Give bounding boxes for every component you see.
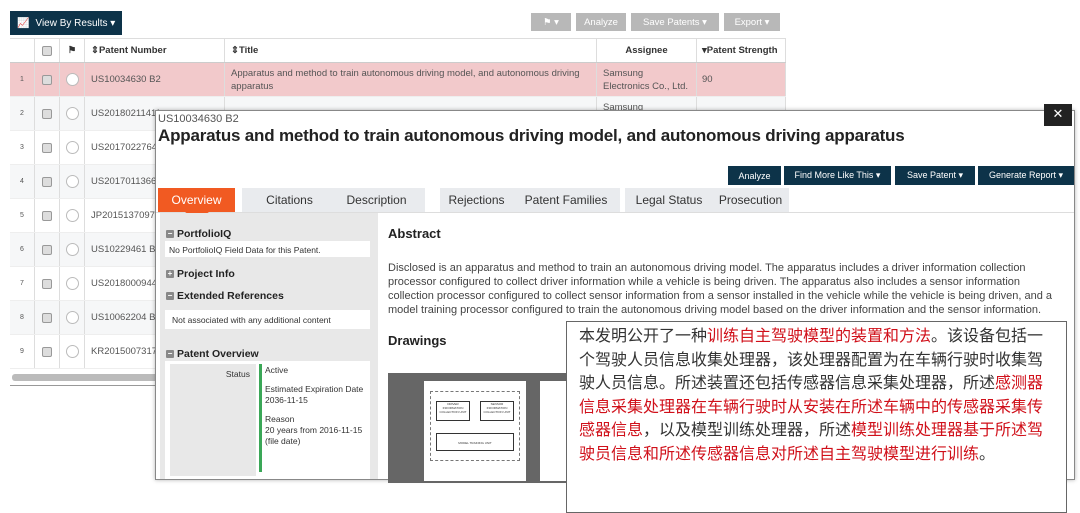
translation-text: ，以及模型训练处理器，所述 — [643, 420, 852, 439]
save-patents-button[interactable]: Save Patents ▾ — [631, 13, 719, 31]
collapse-icon: − — [166, 349, 174, 358]
row-flag-radio[interactable] — [65, 277, 79, 290]
status-value: Active — [265, 365, 289, 375]
row-checkbox[interactable] — [42, 108, 52, 119]
expiration-label: Estimated Expiration Date — [265, 384, 364, 394]
row-index: 2 — [10, 97, 35, 130]
close-button[interactable]: ✕ — [1044, 104, 1072, 126]
drawings-carousel: DRIVER INFORMATION COLLECTION UNIT SENSO… — [388, 373, 568, 483]
row-checkbox[interactable] — [42, 210, 52, 221]
row-flag-radio[interactable] — [65, 345, 79, 358]
highlighted-text: 训练自主驾驶模型的装置和方法 — [707, 326, 932, 345]
row-flag-radio[interactable] — [65, 243, 79, 256]
patent-title-cell: Apparatus and method to train autonomous… — [225, 63, 597, 96]
reason-value: 20 years from 2016-11-15 (file date) — [265, 425, 363, 446]
translation-text: 。 — [979, 443, 996, 463]
tab-citations[interactable]: Citations — [242, 188, 337, 212]
col-title[interactable]: ⇕ Title — [225, 39, 597, 62]
drawing-thumbnail[interactable]: DRIVER INFORMATION COLLECTION UNIT SENSO… — [424, 381, 526, 481]
generate-report-button[interactable]: Generate Report ▾ — [978, 166, 1074, 185]
project-info-section[interactable]: + Project Info — [166, 268, 235, 280]
row-flag-radio[interactable] — [65, 107, 79, 120]
extended-references-section[interactable]: − Extended References — [166, 290, 284, 302]
row-flag-radio[interactable] — [65, 175, 79, 188]
reason-label: Reason — [265, 414, 295, 424]
tab-prosecution[interactable]: Prosecution — [712, 188, 789, 212]
row-index: 8 — [10, 301, 35, 334]
chart-icon: 📈 — [17, 17, 30, 29]
analyze-button[interactable]: Analyze — [576, 13, 626, 31]
row-checkbox[interactable] — [42, 176, 52, 187]
col-patent-number[interactable]: ⇕ Patent Number — [85, 39, 225, 62]
patent-title: Apparatus and method to train autonomous… — [158, 126, 905, 145]
portfolioiq-text: No PortfolioIQ Field Data for this Paten… — [165, 241, 370, 257]
table-header: ⚑ ⇕ Patent Number ⇕ Title Assignee ▾ Pat… — [10, 38, 786, 63]
row-checkbox[interactable] — [42, 74, 52, 85]
find-more-like-this-button[interactable]: Find More Like This ▾ — [784, 166, 891, 185]
row-checkbox[interactable] — [42, 142, 52, 153]
extended-references-text: Not associated with any additional conte… — [165, 310, 370, 329]
row-index: 3 — [10, 131, 35, 164]
tab-bar: Overview Citations Description Rejections Pa… — [156, 188, 1074, 220]
row-index: 7 — [10, 267, 35, 300]
view-by-results-button[interactable]: 📈 View By Results ▾ — [10, 11, 122, 35]
row-index: 1 — [10, 63, 35, 96]
table-row[interactable]: 1 US10034630 B2 Apparatus and method to … — [10, 63, 786, 97]
strength-cell: 90 — [697, 63, 786, 96]
row-index: 5 — [10, 199, 35, 232]
abstract-text: Disclosed is an apparatus and method to … — [388, 262, 1053, 316]
tab-legal-status[interactable]: Legal Status — [625, 188, 713, 212]
export-button[interactable]: Export ▾ — [724, 13, 780, 31]
row-index: 4 — [10, 165, 35, 198]
col-patent-strength[interactable]: ▾ Patent Strength — [697, 39, 786, 62]
row-flag-radio[interactable] — [65, 73, 79, 86]
col-assignee[interactable]: Assignee — [597, 39, 697, 62]
expand-icon: + — [166, 269, 174, 278]
select-all-checkbox[interactable] — [42, 45, 52, 56]
save-patent-button[interactable]: Save Patent ▾ — [895, 166, 975, 185]
row-flag-radio[interactable] — [65, 311, 79, 324]
tab-description[interactable]: Description — [328, 188, 425, 212]
tab-overview[interactable]: Overview — [158, 188, 235, 220]
patent-number: US10034630 B2 — [158, 113, 239, 125]
collapse-icon: − — [166, 291, 174, 300]
close-icon: ✕ — [1052, 106, 1064, 121]
patent-overview-section[interactable]: − Patent Overview — [166, 348, 259, 360]
flag-icon: ⚑ — [60, 39, 85, 62]
expiration-date: 2036-11-15 — [265, 395, 308, 405]
flag-dropdown[interactable]: ⚑ ▾ — [531, 13, 571, 31]
overview-sidebar: − PortfolioIQ No PortfolioIQ Field Data f… — [160, 213, 378, 479]
drawing-thumbnail[interactable] — [540, 381, 568, 481]
row-checkbox[interactable] — [42, 346, 52, 357]
status-label: Status — [170, 364, 256, 476]
patent-number-link[interactable]: US10034630 B2 — [85, 63, 225, 96]
row-flag-radio[interactable] — [65, 209, 79, 222]
row-flag-radio[interactable] — [65, 141, 79, 154]
status-bar — [259, 364, 262, 472]
analyze-patent-button[interactable]: Analyze — [728, 166, 781, 185]
row-checkbox[interactable] — [42, 312, 52, 323]
tab-patent-families[interactable]: Patent Families — [512, 188, 620, 212]
chinese-translation-box: 本发明公开了一种训练自主驾驶模型的装置和方法。该设备包括一个驾驶人员信息收集处理… — [566, 321, 1067, 513]
abstract-heading: Abstract — [388, 226, 441, 241]
portfolioiq-section[interactable]: − PortfolioIQ — [166, 228, 231, 240]
tab-rejections[interactable]: Rejections — [440, 188, 513, 212]
row-checkbox[interactable] — [42, 278, 52, 289]
assignee-cell: Samsung Electronics Co., Ltd. — [597, 63, 697, 96]
row-checkbox[interactable] — [42, 244, 52, 255]
collapse-icon: − — [166, 229, 174, 238]
row-index: 9 — [10, 335, 35, 368]
translation-text: 本发明公开了一种 — [579, 326, 708, 345]
row-index: 6 — [10, 233, 35, 266]
